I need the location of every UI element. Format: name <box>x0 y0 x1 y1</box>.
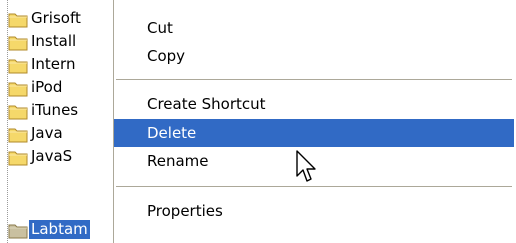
tree-item-label: Grisoft <box>31 9 81 27</box>
tree-item-label: Intern <box>31 55 76 73</box>
folder-icon <box>8 221 28 239</box>
menu-item-cut[interactable]: Cut <box>114 14 514 42</box>
tree-item-javas[interactable]: JavaS <box>8 145 74 168</box>
context-menu: Cut Copy Create Shortcut Delete Rename P… <box>113 0 514 243</box>
arrow-cursor-icon <box>296 150 320 186</box>
tree-item-label: JavaS <box>31 147 73 165</box>
tree-item-intern[interactable]: Intern <box>8 53 77 76</box>
folder-icon <box>8 33 28 51</box>
folder-icon <box>8 125 28 143</box>
menu-separator <box>116 186 512 187</box>
tree-item-label: iPod <box>31 78 63 96</box>
tree-item-install[interactable]: Install <box>8 30 78 53</box>
folder-icon <box>8 79 28 97</box>
tree-item-ipod[interactable]: iPod <box>8 76 64 99</box>
tree-item-grisoft[interactable]: Grisoft <box>8 7 83 30</box>
menu-item-properties[interactable]: Properties <box>114 197 514 225</box>
menu-separator <box>116 79 512 80</box>
folder-icon <box>8 102 28 120</box>
tree-item-label: Labtam <box>29 220 90 239</box>
folder-icon <box>8 148 28 166</box>
folder-icon <box>8 10 28 28</box>
menu-item-create-shortcut[interactable]: Create Shortcut <box>114 90 514 118</box>
tree-item-label: Install <box>31 32 77 50</box>
folder-icon <box>8 56 28 74</box>
tree-item-java[interactable]: Java <box>8 122 65 145</box>
tree-item-itunes[interactable]: iTunes <box>8 99 80 122</box>
tree-item-labtam[interactable]: Labtam <box>8 218 90 241</box>
menu-item-copy[interactable]: Copy <box>114 42 514 70</box>
tree-item-label: Java <box>31 124 63 142</box>
tree-item-label: iTunes <box>31 101 79 119</box>
menu-item-delete[interactable]: Delete <box>114 119 514 147</box>
